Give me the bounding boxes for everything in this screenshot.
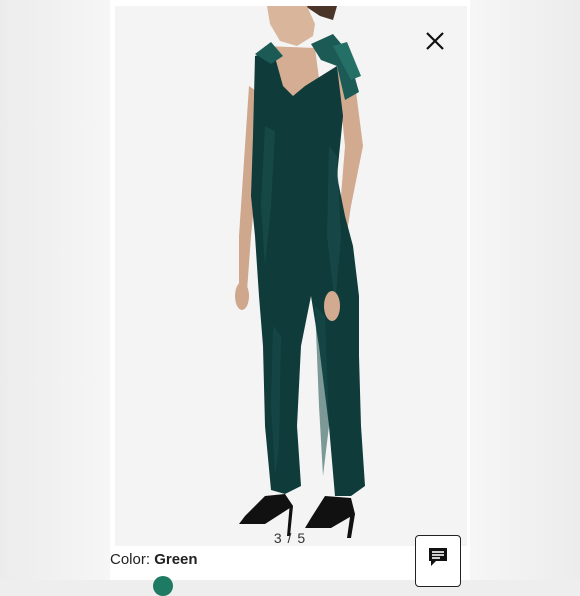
color-value: Green [154,551,198,568]
jumpsuit-model-image [235,6,365,538]
image-counter: 3 / 5 [273,530,307,546]
chat-icon [429,548,447,566]
color-swatch-green[interactable] [153,576,173,596]
chat-button[interactable] [415,535,461,587]
close-button[interactable] [422,28,448,54]
close-icon [426,32,444,50]
color-selection: Color: Green [110,551,198,568]
page-background-left [0,0,110,580]
page-background-right [470,0,580,580]
color-label: Color: [110,551,151,568]
product-photo[interactable] [115,6,467,546]
